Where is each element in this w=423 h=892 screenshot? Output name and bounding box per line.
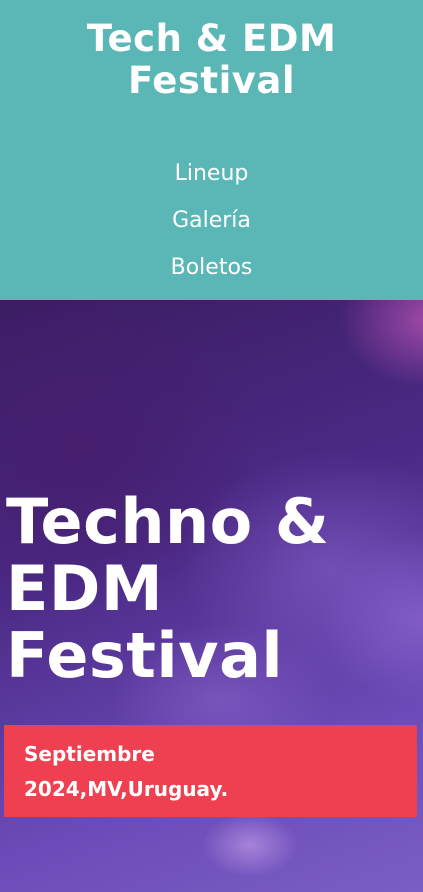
nav-item-galeria[interactable]: Galería [172, 197, 251, 244]
site-title: Tech & EDM Festival [86, 17, 337, 102]
nav-item-boletos[interactable]: Boletos [171, 244, 253, 291]
nav-item-lineup[interactable]: Lineup [175, 150, 249, 197]
event-date-location: Septiembre 2024,MV,Uruguay. [24, 742, 229, 801]
hero-section: Techno & EDM Festival Septiembre 2024,MV… [0, 300, 423, 892]
hero-title: Techno & EDM Festival [6, 485, 330, 692]
date-banner: Septiembre 2024,MV,Uruguay. [4, 725, 417, 817]
main-nav: Lineup Galería Boletos [0, 150, 423, 291]
site-header: Tech & EDM Festival Lineup Galería Bolet… [0, 0, 423, 300]
